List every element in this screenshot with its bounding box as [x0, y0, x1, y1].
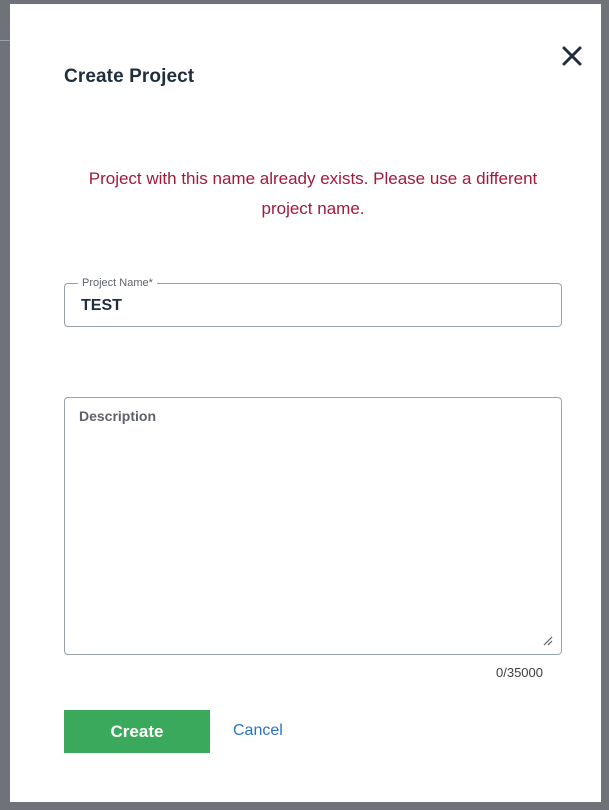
description-field[interactable] — [64, 397, 562, 655]
create-project-dialog: Create Project Project with this name al… — [10, 4, 601, 802]
create-button[interactable]: Create — [64, 710, 210, 753]
project-name-input[interactable] — [81, 297, 541, 315]
cancel-link[interactable]: Cancel — [233, 722, 283, 740]
dialog-title: Create Project — [64, 66, 195, 87]
project-name-field[interactable]: Project Name* — [64, 276, 562, 327]
close-button[interactable] — [558, 42, 586, 70]
character-count: 0/35000 — [496, 665, 543, 680]
description-input[interactable] — [79, 408, 545, 640]
resize-handle-icon[interactable] — [541, 634, 553, 646]
close-icon — [562, 46, 582, 66]
error-message: Project with this name already exists. P… — [88, 169, 538, 218]
project-name-label: Project Name* — [78, 276, 157, 290]
